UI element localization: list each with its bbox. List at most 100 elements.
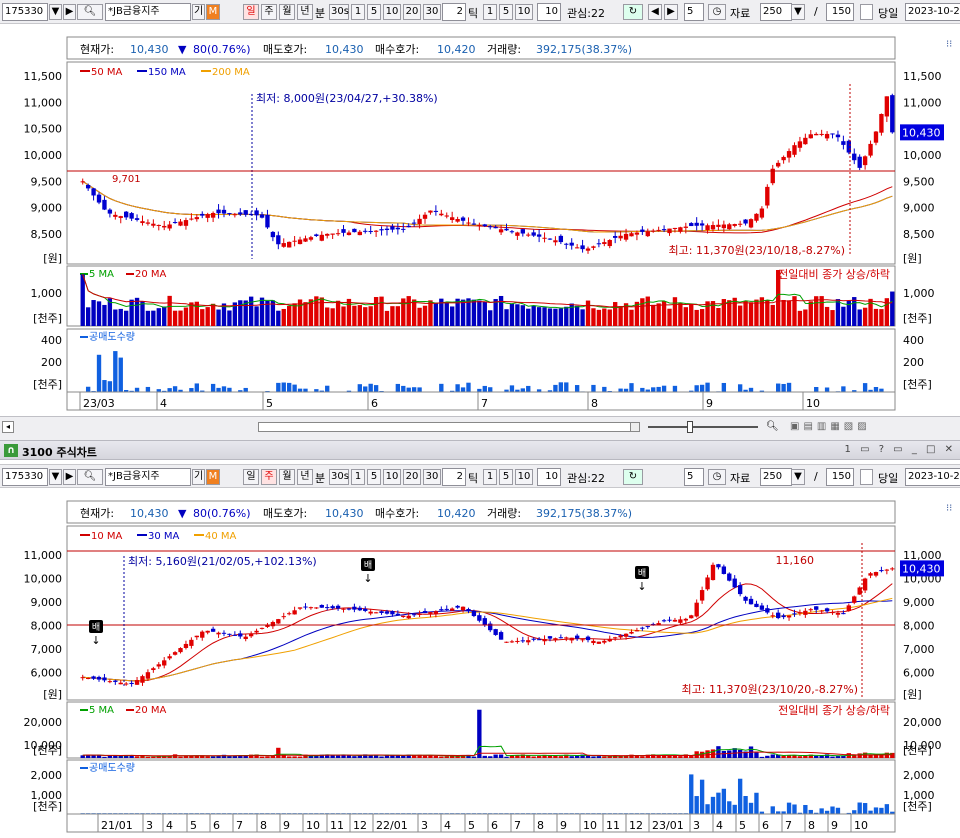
clock-icon[interactable]: ◷ xyxy=(708,4,726,20)
min-10-button[interactable]: 10 xyxy=(383,469,401,485)
weekly-chart[interactable]: 현재가: 10,430 매도호가: 10,430 매수호가: 10,420 거래량: 392,… xyxy=(0,488,960,838)
down-arrow-icon: ↓ xyxy=(637,580,646,593)
min-20-button[interactable]: 20 xyxy=(403,4,421,20)
stock-name-field[interactable]: *JB금융지주 xyxy=(105,468,191,486)
tick-value-input[interactable]: 2 xyxy=(442,3,466,21)
period-week-tab[interactable]: 주 xyxy=(261,469,277,485)
m-button[interactable]: M xyxy=(206,469,220,485)
data-count-dropdown-icon[interactable]: ▼ xyxy=(791,4,805,20)
volume-bar xyxy=(716,307,721,326)
y-tick-left: 9,000 xyxy=(31,202,63,215)
count-5-input[interactable]: 5 xyxy=(684,468,704,486)
ten-input[interactable]: 10 xyxy=(537,468,561,486)
min-30s-button[interactable]: 30s xyxy=(329,4,349,20)
short-bar xyxy=(113,351,118,392)
candle-body xyxy=(591,246,596,248)
prev-stock-icon[interactable]: ▶ xyxy=(63,469,76,485)
refresh-icon[interactable]: ↻ xyxy=(623,469,643,485)
prev-stock-icon[interactable]: ▶ xyxy=(63,4,76,20)
period-year-tab[interactable]: 년 xyxy=(297,4,313,20)
total-input[interactable]: 150 xyxy=(826,468,854,486)
tick-10-button[interactable]: 10 xyxy=(515,4,533,20)
dangil-checkbox[interactable] xyxy=(860,4,873,20)
min-5-button[interactable]: 5 xyxy=(367,4,381,20)
tick-5-button[interactable]: 5 xyxy=(499,469,513,485)
daily-chart[interactable]: 현재가: 10,430 매도호가: 10,430 매수호가: 10,420 거래량: 392,… xyxy=(0,24,960,416)
date-input[interactable]: 2023-10-2 xyxy=(905,3,960,21)
candle-body xyxy=(727,224,732,230)
vol-right-label: 전일대비 종가 상승/하락 xyxy=(778,267,890,281)
period-year-tab[interactable]: 년 xyxy=(297,469,313,485)
volume-bar xyxy=(727,300,732,326)
refresh-icon[interactable]: ↻ xyxy=(623,4,643,20)
short-bar xyxy=(357,384,362,392)
y-tick-right: 11,000 xyxy=(903,96,942,109)
volume-bar xyxy=(134,297,140,326)
prev-arrow-icon[interactable]: ◀ xyxy=(648,4,662,20)
volume-bar xyxy=(216,309,221,326)
zoom-slider[interactable] xyxy=(648,426,758,428)
candle-body xyxy=(846,140,851,153)
search-button[interactable]: 🔍︎ xyxy=(77,469,103,485)
short-bar xyxy=(710,796,716,814)
window-controls-icon[interactable]: 1 ▭ ? ▭ _ □ ✕ xyxy=(845,444,956,455)
total-input[interactable]: 150 xyxy=(826,3,854,21)
horizontal-scrollbar[interactable] xyxy=(258,422,638,432)
current-price-value: 10,430 xyxy=(902,562,941,575)
x-tick-label: 5 xyxy=(468,819,475,832)
clock-icon[interactable]: ◷ xyxy=(708,469,726,485)
scroll-thumb[interactable] xyxy=(630,422,640,432)
x-tick-label: 5 xyxy=(190,819,197,832)
low-annotation: 최저: 5,160원(21/02/05,+102.13%) xyxy=(128,555,317,568)
min-5-button[interactable]: 5 xyxy=(367,469,381,485)
data-count-select[interactable]: 250 xyxy=(760,3,792,21)
tick-10-button[interactable]: 10 xyxy=(515,469,533,485)
dropdown-arrow-icon[interactable]: ▼ xyxy=(49,469,62,485)
search-button[interactable]: 🔍︎ xyxy=(77,4,103,20)
date-input[interactable]: 2023-10-2 xyxy=(905,468,960,486)
min-1-button[interactable]: 1 xyxy=(351,4,365,20)
candle-body xyxy=(259,214,265,218)
m-button[interactable]: M xyxy=(206,4,220,20)
buy-marker-label: 배 xyxy=(92,622,100,633)
stock-name-field[interactable]: *JB금융지주 xyxy=(105,3,191,21)
period-day-tab[interactable]: 일 xyxy=(243,4,259,20)
min-1-button[interactable]: 1 xyxy=(351,469,365,485)
min-30-button[interactable]: 30 xyxy=(423,469,441,485)
stock-code-input[interactable]: 175330 xyxy=(2,468,48,486)
candle-body xyxy=(705,225,710,231)
min-30s-button[interactable]: 30s xyxy=(329,469,349,485)
zoom-icon[interactable]: 🔍︎ xyxy=(766,421,779,432)
dangil-checkbox[interactable] xyxy=(860,469,873,485)
candle-body xyxy=(498,229,504,233)
min-20-button[interactable]: 20 xyxy=(403,469,421,485)
legend-line xyxy=(201,70,211,72)
zoom-slider-handle[interactable] xyxy=(687,421,693,433)
tick-1-button[interactable]: 1 xyxy=(483,469,497,485)
period-day-tab[interactable]: 일 xyxy=(243,469,259,485)
next-arrow-icon[interactable]: ▶ xyxy=(664,4,678,20)
short-bar xyxy=(189,388,194,392)
data-count-select[interactable]: 250 xyxy=(760,468,792,486)
tick-value-input[interactable]: 2 xyxy=(442,468,466,486)
stock-code-input[interactable]: 175330 xyxy=(2,3,48,21)
candle-body xyxy=(259,627,265,629)
short-tick-right: 200 xyxy=(903,356,924,369)
scroll-left-icon[interactable]: ◂ xyxy=(2,421,14,433)
candle-body xyxy=(406,615,411,619)
tick-1-button[interactable]: 1 xyxy=(483,4,497,20)
ten-input[interactable]: 10 xyxy=(537,3,561,21)
tick-5-button[interactable]: 5 xyxy=(499,4,513,20)
period-month-tab[interactable]: 월 xyxy=(279,469,295,485)
volume-bar xyxy=(91,300,96,326)
chart-tool-icons[interactable]: ▣▤▥▦▧▨ xyxy=(790,421,871,432)
count-5-input[interactable]: 5 xyxy=(684,3,704,21)
period-week-tab[interactable]: 주 xyxy=(261,4,277,20)
gi-button[interactable]: 기 xyxy=(192,469,205,485)
min-10-button[interactable]: 10 xyxy=(383,4,401,20)
min-30-button[interactable]: 30 xyxy=(423,4,441,20)
period-month-tab[interactable]: 월 xyxy=(279,4,295,20)
dropdown-arrow-icon[interactable]: ▼ xyxy=(49,4,62,20)
gi-button[interactable]: 기 xyxy=(192,4,205,20)
data-count-dropdown-icon[interactable]: ▼ xyxy=(791,469,805,485)
